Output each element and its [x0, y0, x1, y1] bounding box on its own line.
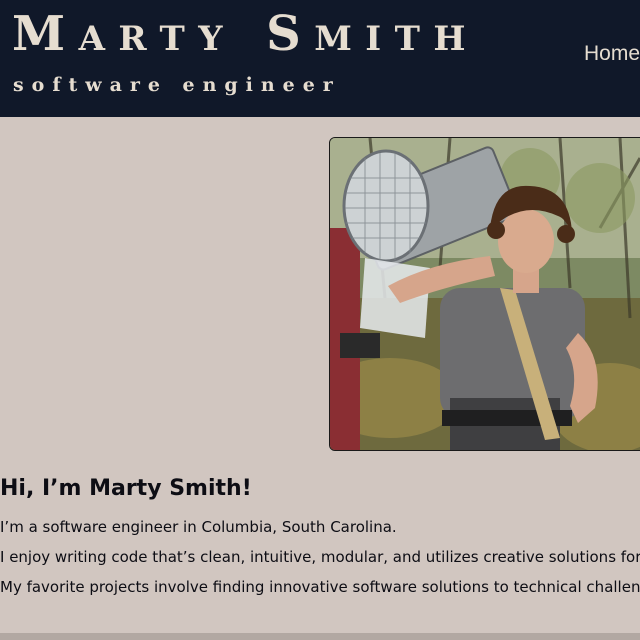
greeting-heading: Hi, I’m Marty Smith!: [0, 476, 252, 501]
intro-paragraph: I’m a software engineer in Columbia, Sou…: [0, 518, 397, 536]
profile-photo: [329, 137, 640, 451]
intro-paragraph: My favorite projects involve finding inn…: [0, 578, 640, 596]
intro-paragraph: I enjoy writing code that’s clean, intui…: [0, 548, 640, 566]
site-subtitle: software engineer: [13, 74, 341, 96]
site-header: Marty Smith software engineer Home: [0, 0, 640, 117]
nav-home-link[interactable]: Home: [584, 40, 640, 68]
site-title[interactable]: Marty Smith: [12, 6, 479, 62]
footer-divider: [0, 633, 640, 640]
intro-section: Hi, I’m Marty Smith! I’m a software engi…: [0, 470, 640, 602]
